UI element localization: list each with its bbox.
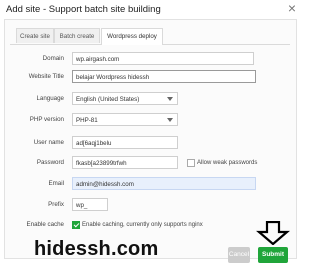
tab-bar: Create site Batch create Wordpress deplo… bbox=[10, 28, 290, 45]
prefix-input[interactable]: wp_ bbox=[72, 198, 108, 211]
add-site-dialog: Add site - Support batch site building ×… bbox=[0, 0, 300, 275]
tab-create-site[interactable]: Create site bbox=[16, 28, 54, 43]
watermark-text: hidessh.com bbox=[34, 238, 159, 260]
enable-cache-checkbox[interactable] bbox=[72, 221, 80, 229]
website-title-row: Website Title belajar Wordpress hidessh bbox=[0, 70, 290, 84]
enable-cache-label: Enable cache bbox=[26, 221, 65, 228]
php-version-label: PHP version bbox=[29, 116, 64, 123]
prefix-row: Prefix wp_ bbox=[0, 198, 290, 212]
language-value: English (United States) bbox=[76, 96, 140, 103]
language-select[interactable]: English (United States) bbox=[72, 92, 178, 105]
domain-row: Domain wp.airgash.com bbox=[0, 52, 290, 66]
user-name-label: User name bbox=[33, 139, 64, 146]
email-row: Email admin@hidessh.com bbox=[0, 177, 290, 191]
website-title-input[interactable]: belajar Wordpress hidessh bbox=[72, 70, 256, 83]
domain-input[interactable]: wp.airgash.com bbox=[72, 52, 254, 65]
tab-batch-create[interactable]: Batch create bbox=[54, 28, 100, 43]
php-version-select[interactable]: PHP-81 bbox=[72, 113, 178, 126]
language-label: Language bbox=[36, 95, 64, 102]
dialog-title: Add site - Support batch site building bbox=[6, 4, 161, 15]
email-label: Email bbox=[48, 180, 64, 187]
down-arrow-icon bbox=[256, 221, 290, 245]
enable-cache-row: Enable cache Enable caching, currently o… bbox=[0, 218, 290, 232]
domain-label: Domain bbox=[42, 55, 64, 62]
password-row: Password fkasb[a23899trfwh Allow weak pa… bbox=[0, 156, 290, 170]
website-title-label: Website Title bbox=[28, 73, 64, 80]
allow-weak-passwords-label: Allow weak passwords bbox=[197, 160, 258, 166]
prefix-label: Prefix bbox=[48, 201, 64, 208]
allow-weak-passwords-checkbox[interactable] bbox=[187, 159, 195, 167]
tab-wordpress-deploy[interactable]: Wordpress deploy bbox=[101, 28, 163, 45]
user-name-input[interactable]: ad[6aqj1belu bbox=[72, 136, 178, 149]
php-version-row: PHP version PHP-81 bbox=[0, 113, 290, 127]
cancel-button[interactable]: Cancel bbox=[228, 247, 250, 263]
password-input[interactable]: fkasb[a23899trfwh bbox=[72, 156, 178, 169]
submit-button[interactable]: Submit bbox=[258, 247, 288, 263]
close-icon[interactable]: × bbox=[288, 1, 296, 15]
password-label: Password bbox=[36, 159, 64, 166]
email-input[interactable]: admin@hidessh.com bbox=[72, 177, 256, 190]
enable-cache-description: Enable caching, currently only supports … bbox=[82, 222, 203, 228]
language-row: Language English (United States) bbox=[0, 92, 290, 106]
php-version-value: PHP-81 bbox=[76, 117, 98, 124]
user-name-row: User name ad[6aqj1belu bbox=[0, 136, 290, 150]
